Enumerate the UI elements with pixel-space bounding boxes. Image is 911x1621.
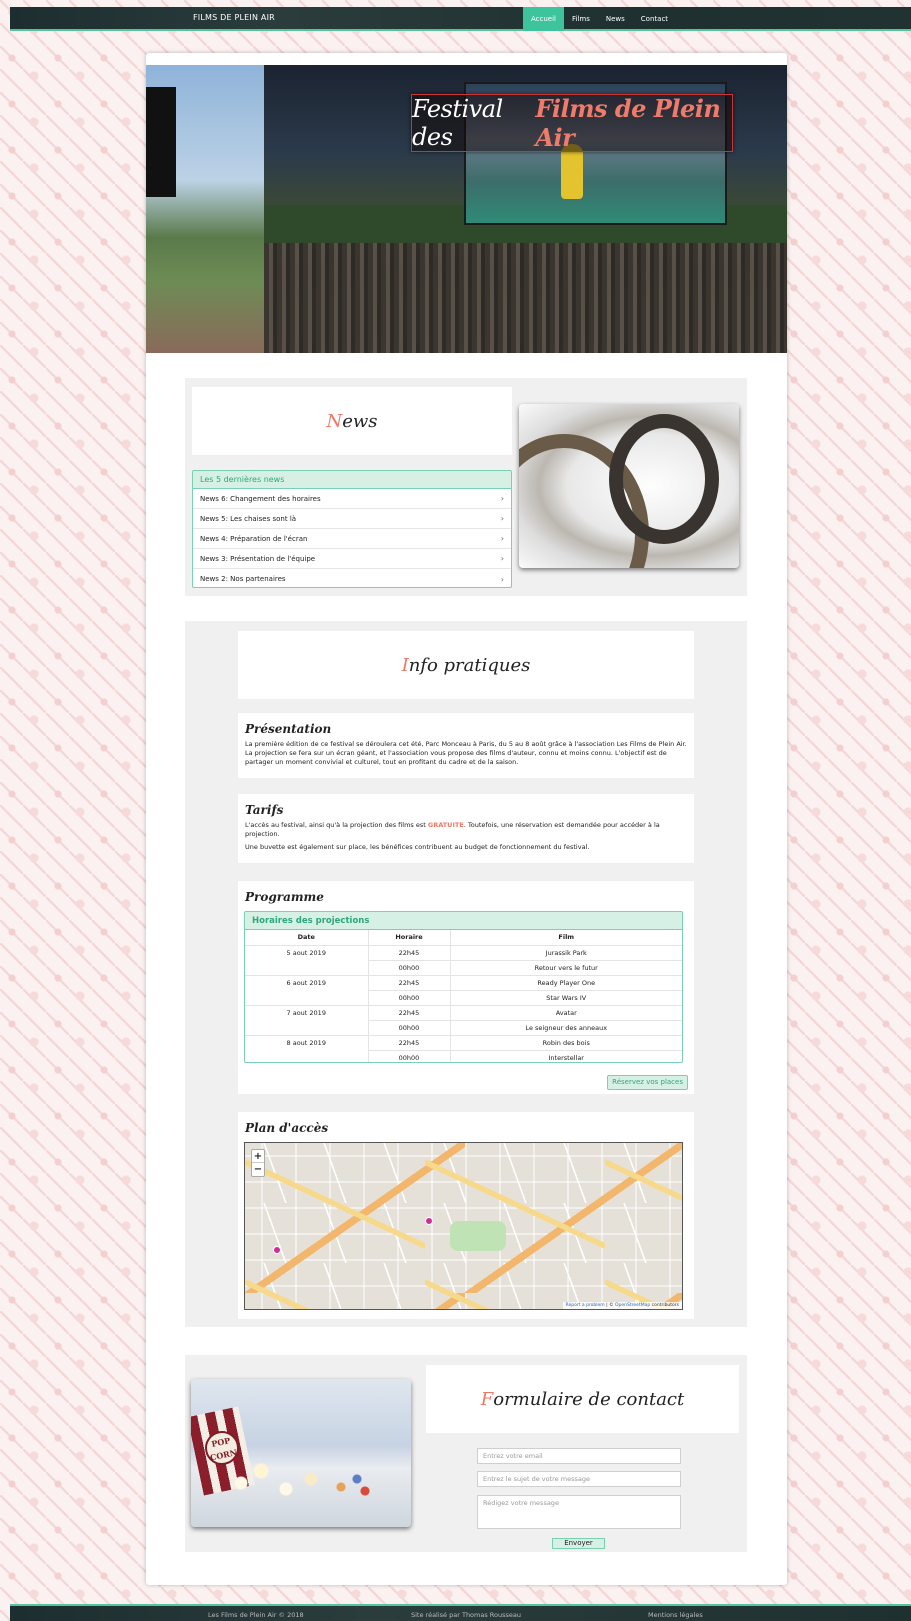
zoom-out-button[interactable]: −	[252, 1163, 264, 1176]
map-heading: Plan d'accès	[245, 1121, 329, 1135]
reserve-button[interactable]: Réservez vos places	[607, 1075, 688, 1090]
contact-section: POP CORN Formulaire de contact Entrez vo…	[185, 1355, 747, 1552]
zoom-in-button[interactable]: +	[252, 1150, 264, 1163]
table-row: 8 aout 2019 22h45 Robin des bois	[245, 1035, 682, 1062]
nav-links: Accueil Films News Contact	[523, 7, 676, 31]
presentation-text: La première édition de ce festival se dé…	[245, 740, 687, 766]
chevron-right-icon: ›	[500, 494, 504, 503]
film-reel-photo	[519, 404, 739, 568]
chevron-right-icon: ›	[500, 554, 504, 563]
nav-link-films[interactable]: Films	[564, 7, 598, 31]
map-park-area	[450, 1221, 506, 1251]
screen-dancer-figure	[561, 144, 583, 199]
col-date: Date	[245, 930, 369, 946]
col-horaire: Horaire	[368, 930, 451, 946]
info-section: Info pratiques Présentation La première …	[185, 621, 747, 1327]
nav-link-contact[interactable]: Contact	[633, 7, 676, 31]
chevron-right-icon: ›	[500, 534, 504, 543]
popcorn-kernels	[231, 1453, 371, 1505]
nav-link-accueil[interactable]: Accueil	[523, 7, 564, 31]
hero-title-part1: Festival des	[412, 95, 503, 151]
table-row: 6 aout 2019 22h45 Ready Player One	[245, 975, 682, 1006]
email-field[interactable]: Entrez votre email	[477, 1448, 681, 1464]
brand-logo[interactable]: FILMS DE PLEIN AIR	[193, 13, 275, 22]
info-title: Info pratiques	[401, 654, 531, 676]
tarifs-text-buvette: Une buvette est également sur place, les…	[245, 843, 590, 851]
send-button[interactable]: Envoyer	[552, 1538, 605, 1549]
chevron-right-icon: ›	[500, 514, 504, 523]
schedule-panel: Horaires des projections Date Horaire Fi…	[244, 911, 683, 1063]
access-map[interactable]: + − Report a problem | © OpenStreetMap c…	[244, 1142, 683, 1310]
footer-credit: Site réalisé par Thomas Rousseau	[411, 1611, 521, 1619]
contact-title-card: Formulaire de contact	[426, 1365, 739, 1433]
map-zoom-control: + −	[251, 1149, 265, 1177]
top-navbar: FILMS DE PLEIN AIR Accueil Films News Co…	[10, 7, 911, 31]
map-card: Plan d'accès + − Report a problem | © Op…	[238, 1112, 694, 1319]
news-list-heading: Les 5 dernières news	[193, 471, 511, 489]
tarifs-heading: Tarifs	[245, 803, 284, 817]
tarifs-card: Tarifs L'accès au festival, ainsi qu'à l…	[238, 794, 694, 863]
news-title-card: News	[192, 387, 512, 455]
chevron-right-icon: ›	[500, 574, 504, 584]
message-textarea[interactable]: Rédigez votre message	[477, 1495, 681, 1529]
popcorn-photo: POP CORN	[191, 1379, 411, 1527]
main-container: Festival des Films de Plein Air News Les…	[146, 53, 787, 1585]
info-title-card: Info pratiques	[238, 631, 694, 699]
presentation-card: Présentation La première édition de ce f…	[238, 713, 694, 778]
schedule-heading: Horaires des projections	[245, 912, 682, 930]
list-item[interactable]: News 5: Les chaises sont là ›	[193, 509, 511, 529]
hero-title: Festival des Films de Plein Air	[411, 94, 733, 152]
programme-card: Programme Horaires des projections Date …	[238, 881, 694, 1094]
list-item[interactable]: News 6: Changement des horaires ›	[193, 489, 511, 509]
presentation-heading: Présentation	[245, 722, 332, 736]
hero-banner: Festival des Films de Plein Air	[146, 65, 787, 353]
list-item[interactable]: News 2: Nos partenaires ›	[193, 569, 511, 589]
footer-copyright: Les Films de Plein Air © 2018	[208, 1611, 304, 1619]
table-row: 5 aout 2019 22h45 Jurassik Park	[245, 945, 682, 976]
col-film: Film	[450, 930, 682, 946]
footer-legal-link[interactable]: Mentions légales	[648, 1611, 703, 1619]
map-marker-icon[interactable]	[425, 1217, 433, 1225]
contact-title: Formulaire de contact	[480, 1388, 685, 1410]
tarifs-text: L'accès au festival, ainsi qu'à la proje…	[245, 821, 660, 838]
osm-link[interactable]: OpenStreetMap	[615, 1303, 650, 1308]
programme-heading: Programme	[245, 890, 324, 904]
hero-title-part2: Films de Plein Air	[535, 94, 721, 152]
gratuite-highlight: GRATUITE	[427, 821, 464, 829]
news-list-panel: Les 5 dernières news News 6: Changement …	[192, 470, 512, 588]
nav-link-news[interactable]: News	[598, 7, 633, 31]
schedule-table: Date Horaire Film 5 aout 2019 22h45 Jura…	[245, 930, 682, 1062]
hero-picnic-photo	[146, 65, 264, 353]
page-footer: Les Films de Plein Air © 2018 Site réali…	[10, 1604, 911, 1621]
news-title: News	[326, 410, 378, 432]
map-marker-icon[interactable]	[273, 1246, 281, 1254]
list-item[interactable]: News 4: Préparation de l'écran ›	[193, 529, 511, 549]
map-attribution: Report a problem | © OpenStreetMap contr…	[562, 1302, 682, 1309]
hero-crowd	[264, 243, 787, 353]
report-problem-link[interactable]: Report a problem	[566, 1303, 605, 1308]
news-section: News Les 5 dernières news News 6: Change…	[185, 378, 747, 596]
list-item[interactable]: News 3: Présentation de l'équipe ›	[193, 549, 511, 569]
table-row: 7 aout 2019 22h45 Avatar	[245, 1005, 682, 1036]
subject-field[interactable]: Entrez le sujet de votre message	[477, 1471, 681, 1487]
